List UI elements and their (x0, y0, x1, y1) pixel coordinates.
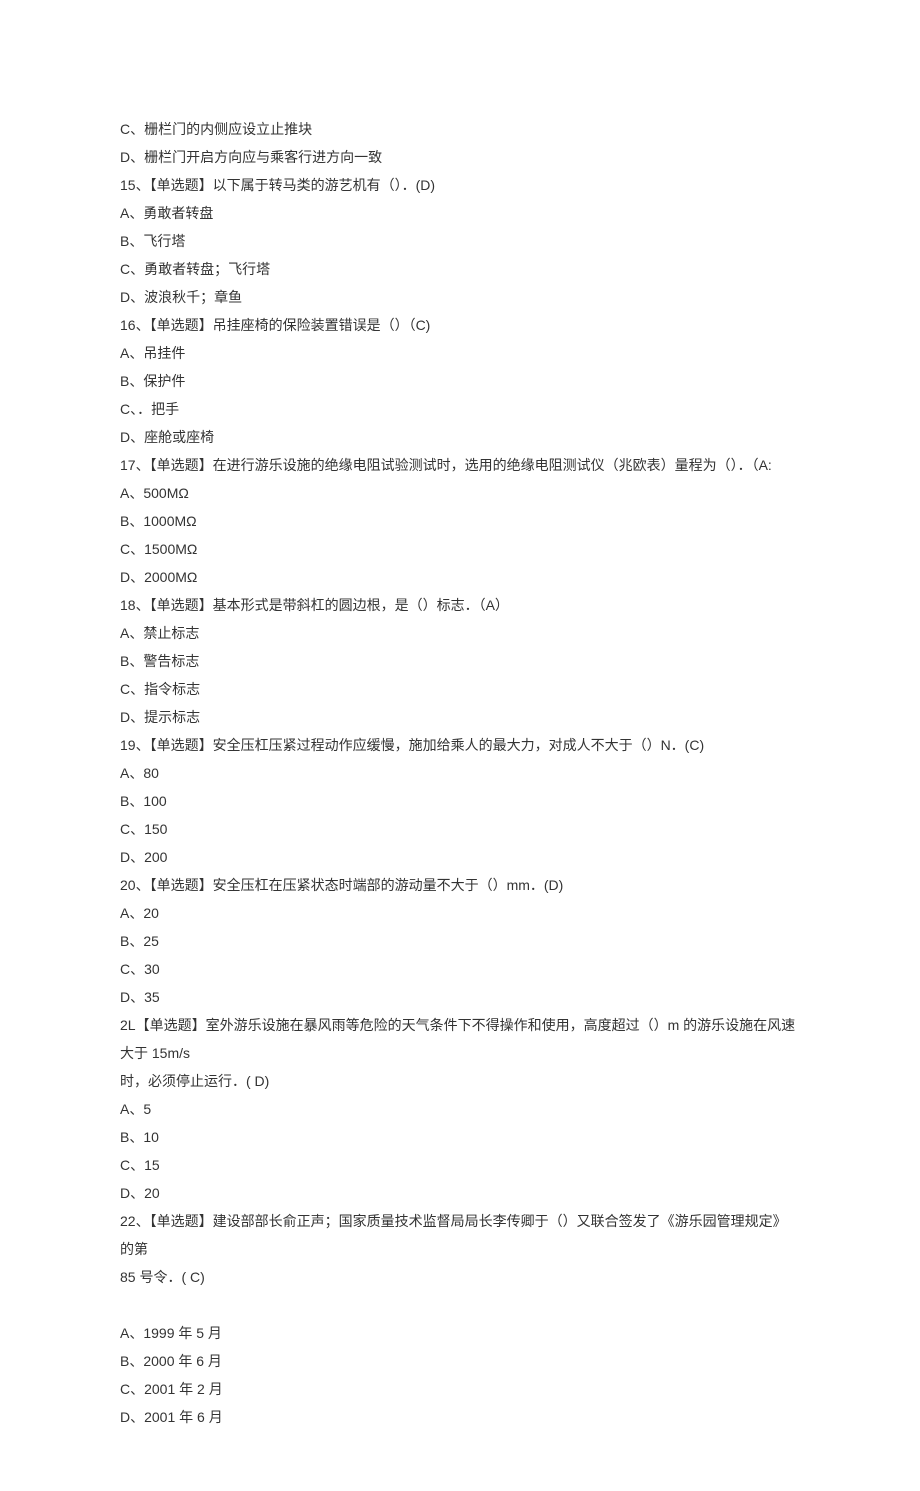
document-line: D、2001 年 6 月 (120, 1403, 800, 1431)
document-line: A、勇敢者转盘 (120, 199, 800, 227)
document-line: 85 号令．( C) (120, 1263, 800, 1291)
document-line: A、500MΩ (120, 479, 800, 507)
document-line: B、2000 年 6 月 (120, 1347, 800, 1375)
document-line: 16、【单选题】吊挂座椅的保险装置错误是（）（C) (120, 311, 800, 339)
document-line: C、15 (120, 1151, 800, 1179)
document-line: 2L【单选题】室外游乐设施在暴风雨等危险的天气条件下不得操作和使用，高度超过（）… (120, 1011, 800, 1067)
document-line: B、警告标志 (120, 647, 800, 675)
document-line: B、1000MΩ (120, 507, 800, 535)
document-line: D、20 (120, 1179, 800, 1207)
document-line: 20、【单选题】安全压杠在压紧状态时端部的游动量不大于（）mm．(D) (120, 871, 800, 899)
document-line: B、飞行塔 (120, 227, 800, 255)
document-line: C、30 (120, 955, 800, 983)
document-line: D、提示标志 (120, 703, 800, 731)
document-line: B、保护件 (120, 367, 800, 395)
document-line: A、80 (120, 759, 800, 787)
document-line: D、2000MΩ (120, 563, 800, 591)
document-line: 19、【单选题】安全压杠压紧过程动作应缓慢，施加给乘人的最大力，对成人不大于（）… (120, 731, 800, 759)
document-line: D、35 (120, 983, 800, 1011)
document-line: 22、【单选题】建设部部长俞正声；国家质量技术监督局局长李传卿于（）又联合签发了… (120, 1207, 800, 1263)
document-line: C、指令标志 (120, 675, 800, 703)
document-line: 时，必须停止运行．( D) (120, 1067, 800, 1095)
document-line (120, 1291, 800, 1319)
document-line: D、座舱或座椅 (120, 423, 800, 451)
document-line: C、．把手 (120, 395, 800, 423)
document-line: C、2001 年 2 月 (120, 1375, 800, 1403)
document-line: C、1500MΩ (120, 535, 800, 563)
document-line: A、20 (120, 899, 800, 927)
document-line: 15、【单选题】以下属于转马类的游艺机有（）．(D) (120, 171, 800, 199)
document-line: B、25 (120, 927, 800, 955)
document-line: C、150 (120, 815, 800, 843)
document-line: C、栅栏门的内侧应设立止推块 (120, 115, 800, 143)
document-line: D、波浪秋千；章鱼 (120, 283, 800, 311)
document-line: D、200 (120, 843, 800, 871)
document-line: 17、【单选题】在进行游乐设施的绝缘电阻试验测试时，选用的绝缘电阻测试仪（兆欧表… (120, 451, 800, 479)
document-line: A、吊挂件 (120, 339, 800, 367)
document-line: D、栅栏门开启方向应与乘客行进方向一致 (120, 143, 800, 171)
document-line: B、100 (120, 787, 800, 815)
document-line: A、5 (120, 1095, 800, 1123)
document-line: C、勇敢者转盘；飞行塔 (120, 255, 800, 283)
document-line: A、禁止标志 (120, 619, 800, 647)
document-line: A、1999 年 5 月 (120, 1319, 800, 1347)
document-line: 18、【单选题】基本形式是带斜杠的圆边根，是（）标志．（A） (120, 591, 800, 619)
document-line: B、10 (120, 1123, 800, 1151)
